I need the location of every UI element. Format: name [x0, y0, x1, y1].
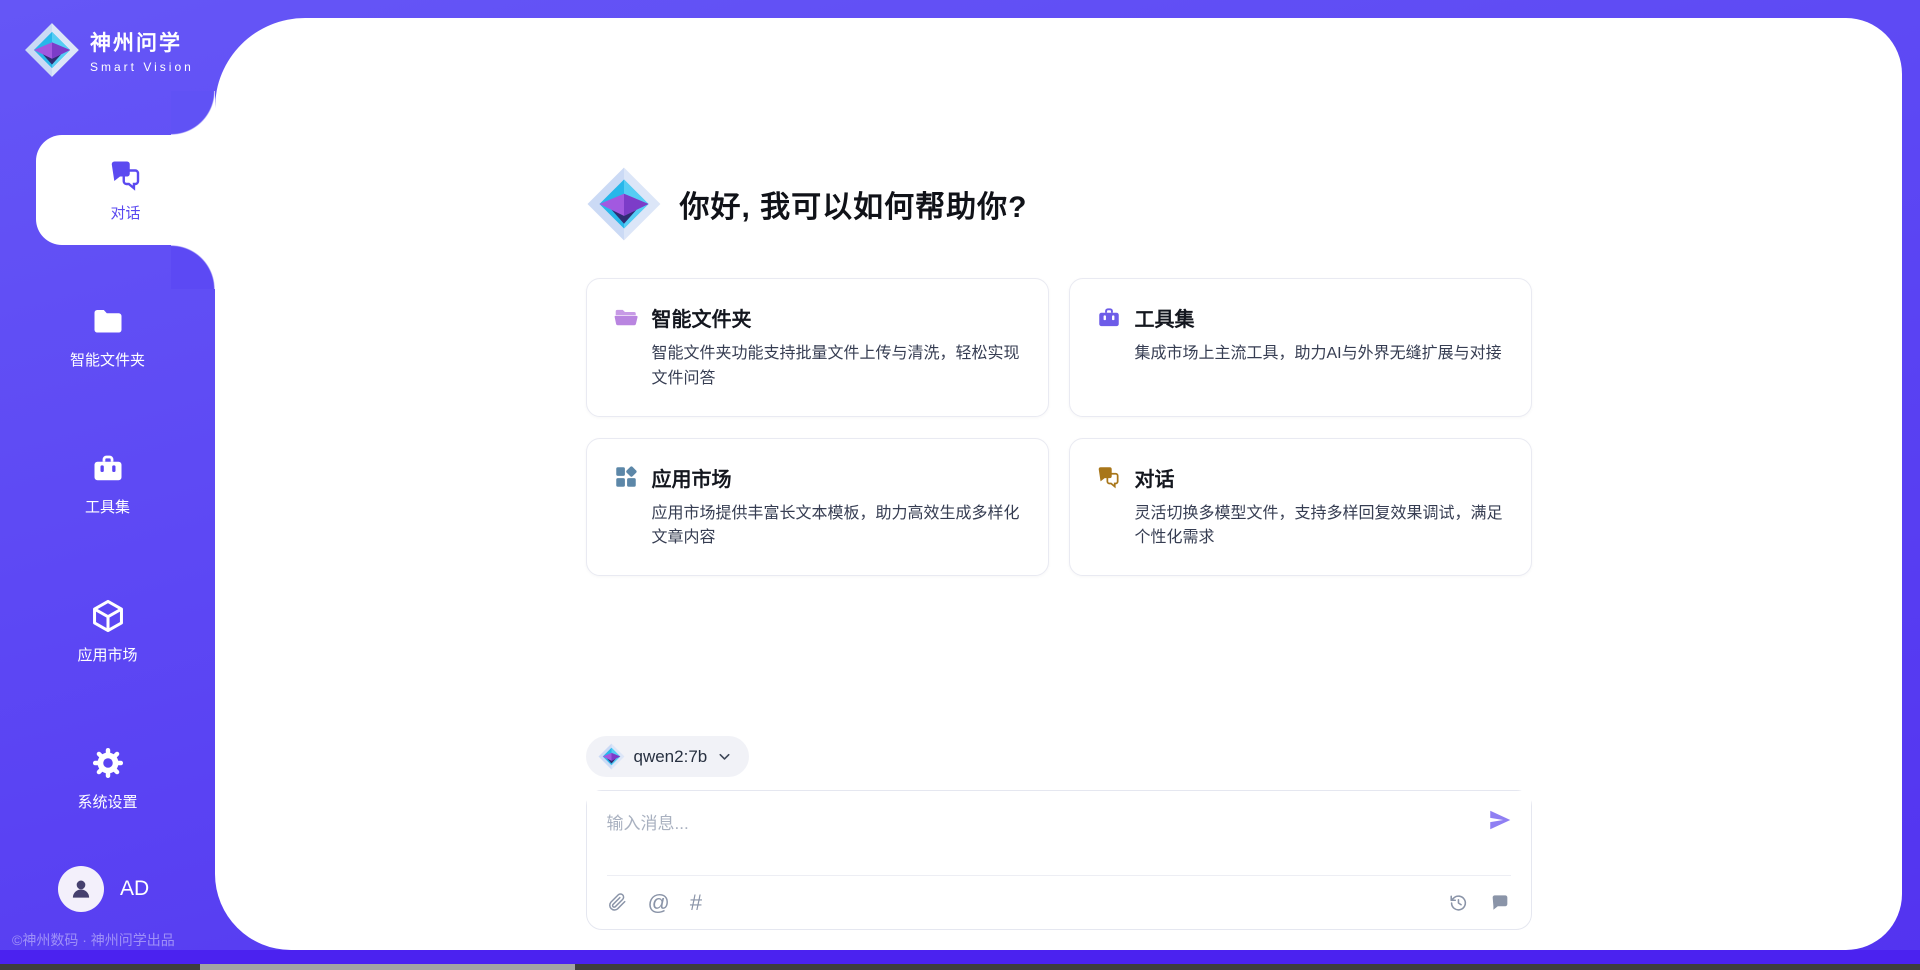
- chat-bubble-icon: [1489, 892, 1511, 914]
- model-diamond-icon: [598, 743, 625, 770]
- chevron-down-icon: [716, 748, 733, 765]
- brand: 神州问学 Smart Vision: [0, 0, 215, 78]
- briefcase-icon: [90, 451, 126, 487]
- sidebar-item-chat[interactable]: 对话: [36, 135, 215, 245]
- send-icon: [1487, 807, 1513, 833]
- feature-cards: 智能文件夹 智能文件夹功能支持批量文件上传与清洗，轻松实现文件问答 工具集 集成…: [586, 278, 1532, 576]
- brand-name: 神州问学: [90, 27, 194, 57]
- attach-button[interactable]: [607, 892, 628, 913]
- send-button[interactable]: [1487, 807, 1513, 833]
- avatar[interactable]: [58, 866, 104, 912]
- open-folder-icon: [613, 305, 639, 331]
- composer: @ #: [586, 790, 1532, 930]
- card-title: 智能文件夹: [652, 303, 752, 332]
- quick-chat-button[interactable]: [1489, 892, 1511, 914]
- card-toolset[interactable]: 工具集 集成市场上主流工具，助力AI与外界无缝扩展与对接: [1069, 278, 1532, 417]
- folder-icon: [90, 304, 126, 340]
- card-smart-folder[interactable]: 智能文件夹 智能文件夹功能支持批量文件上传与清洗，轻松实现文件问答: [586, 278, 1049, 417]
- card-title: 应用市场: [652, 463, 732, 492]
- chat-bubbles-icon: [1096, 464, 1122, 490]
- sidebar-item-app-market[interactable]: 应用市场: [0, 576, 215, 686]
- history-icon: [1447, 892, 1469, 914]
- copyright-text: ©神州数码 · 神州问学出品: [12, 930, 175, 950]
- sidebar: 神州问学 Smart Vision 对话 智能文件夹 工具集: [0, 0, 215, 970]
- card-description: 智能文件夹功能支持批量文件上传与清洗，轻松实现文件问答: [652, 342, 1022, 392]
- brand-diamond-icon: [24, 22, 80, 78]
- gear-icon: [89, 744, 127, 782]
- message-input[interactable]: [587, 791, 1531, 875]
- card-chat[interactable]: 对话 灵活切换多模型文件，支持多样回复效果调试，满足个性化需求: [1069, 438, 1532, 577]
- brand-text: 神州问学 Smart Vision: [90, 27, 194, 74]
- card-description: 集成市场上主流工具，助力AI与外界无缝扩展与对接: [1135, 342, 1505, 367]
- chat-bubbles-icon: [108, 157, 144, 193]
- card-title: 工具集: [1135, 303, 1195, 332]
- hashtag-button[interactable]: #: [690, 892, 702, 914]
- model-selector[interactable]: qwen2:7b: [586, 736, 750, 777]
- sidebar-item-label: 应用市场: [77, 644, 137, 665]
- briefcase-icon: [1096, 305, 1122, 331]
- card-title: 对话: [1135, 463, 1175, 492]
- user-row[interactable]: AD: [58, 866, 149, 912]
- paperclip-icon: [607, 892, 628, 913]
- card-description: 灵活切换多模型文件，支持多样回复效果调试，满足个性化需求: [1135, 502, 1505, 552]
- mention-button[interactable]: @: [648, 892, 670, 914]
- person-icon: [68, 876, 94, 902]
- model-name: qwen2:7b: [634, 747, 708, 767]
- bottom-scrollbar-thumb[interactable]: [200, 964, 575, 970]
- cube-icon: [89, 597, 127, 635]
- sidebar-item-label: 系统设置: [77, 791, 137, 812]
- sidebar-item-label: 对话: [110, 202, 140, 223]
- user-name: AD: [120, 877, 149, 901]
- card-app-market[interactable]: 应用市场 应用市场提供丰富长文本模板，助力高效生成多样化文章内容: [586, 438, 1049, 577]
- sidebar-nav: 对话 智能文件夹 工具集 应用市场: [0, 135, 215, 870]
- sidebar-item-label: 智能文件夹: [70, 349, 145, 370]
- app-grid-icon: [613, 464, 639, 490]
- main-panel: 你好, 我可以如何帮助你? 智能文件夹 智能文件夹功能支持批量文件上传与清洗，轻…: [215, 18, 1902, 950]
- sidebar-item-settings[interactable]: 系统设置: [0, 723, 215, 833]
- greeting-diamond-icon: [586, 166, 662, 242]
- bottom-scrollbar-track: [0, 964, 1920, 970]
- brand-subtitle: Smart Vision: [90, 60, 194, 74]
- sidebar-item-smart-folder[interactable]: 智能文件夹: [0, 282, 215, 392]
- sidebar-item-toolset[interactable]: 工具集: [0, 429, 215, 539]
- greeting: 你好, 我可以如何帮助你?: [586, 166, 1532, 242]
- bottom-accent-band: [0, 950, 1920, 964]
- history-button[interactable]: [1447, 892, 1469, 914]
- card-description: 应用市场提供丰富长文本模板，助力高效生成多样化文章内容: [652, 502, 1022, 552]
- composer-toolbar: @ #: [607, 875, 1511, 929]
- greeting-text: 你好, 我可以如何帮助你?: [680, 182, 1028, 226]
- sidebar-item-label: 工具集: [85, 496, 130, 517]
